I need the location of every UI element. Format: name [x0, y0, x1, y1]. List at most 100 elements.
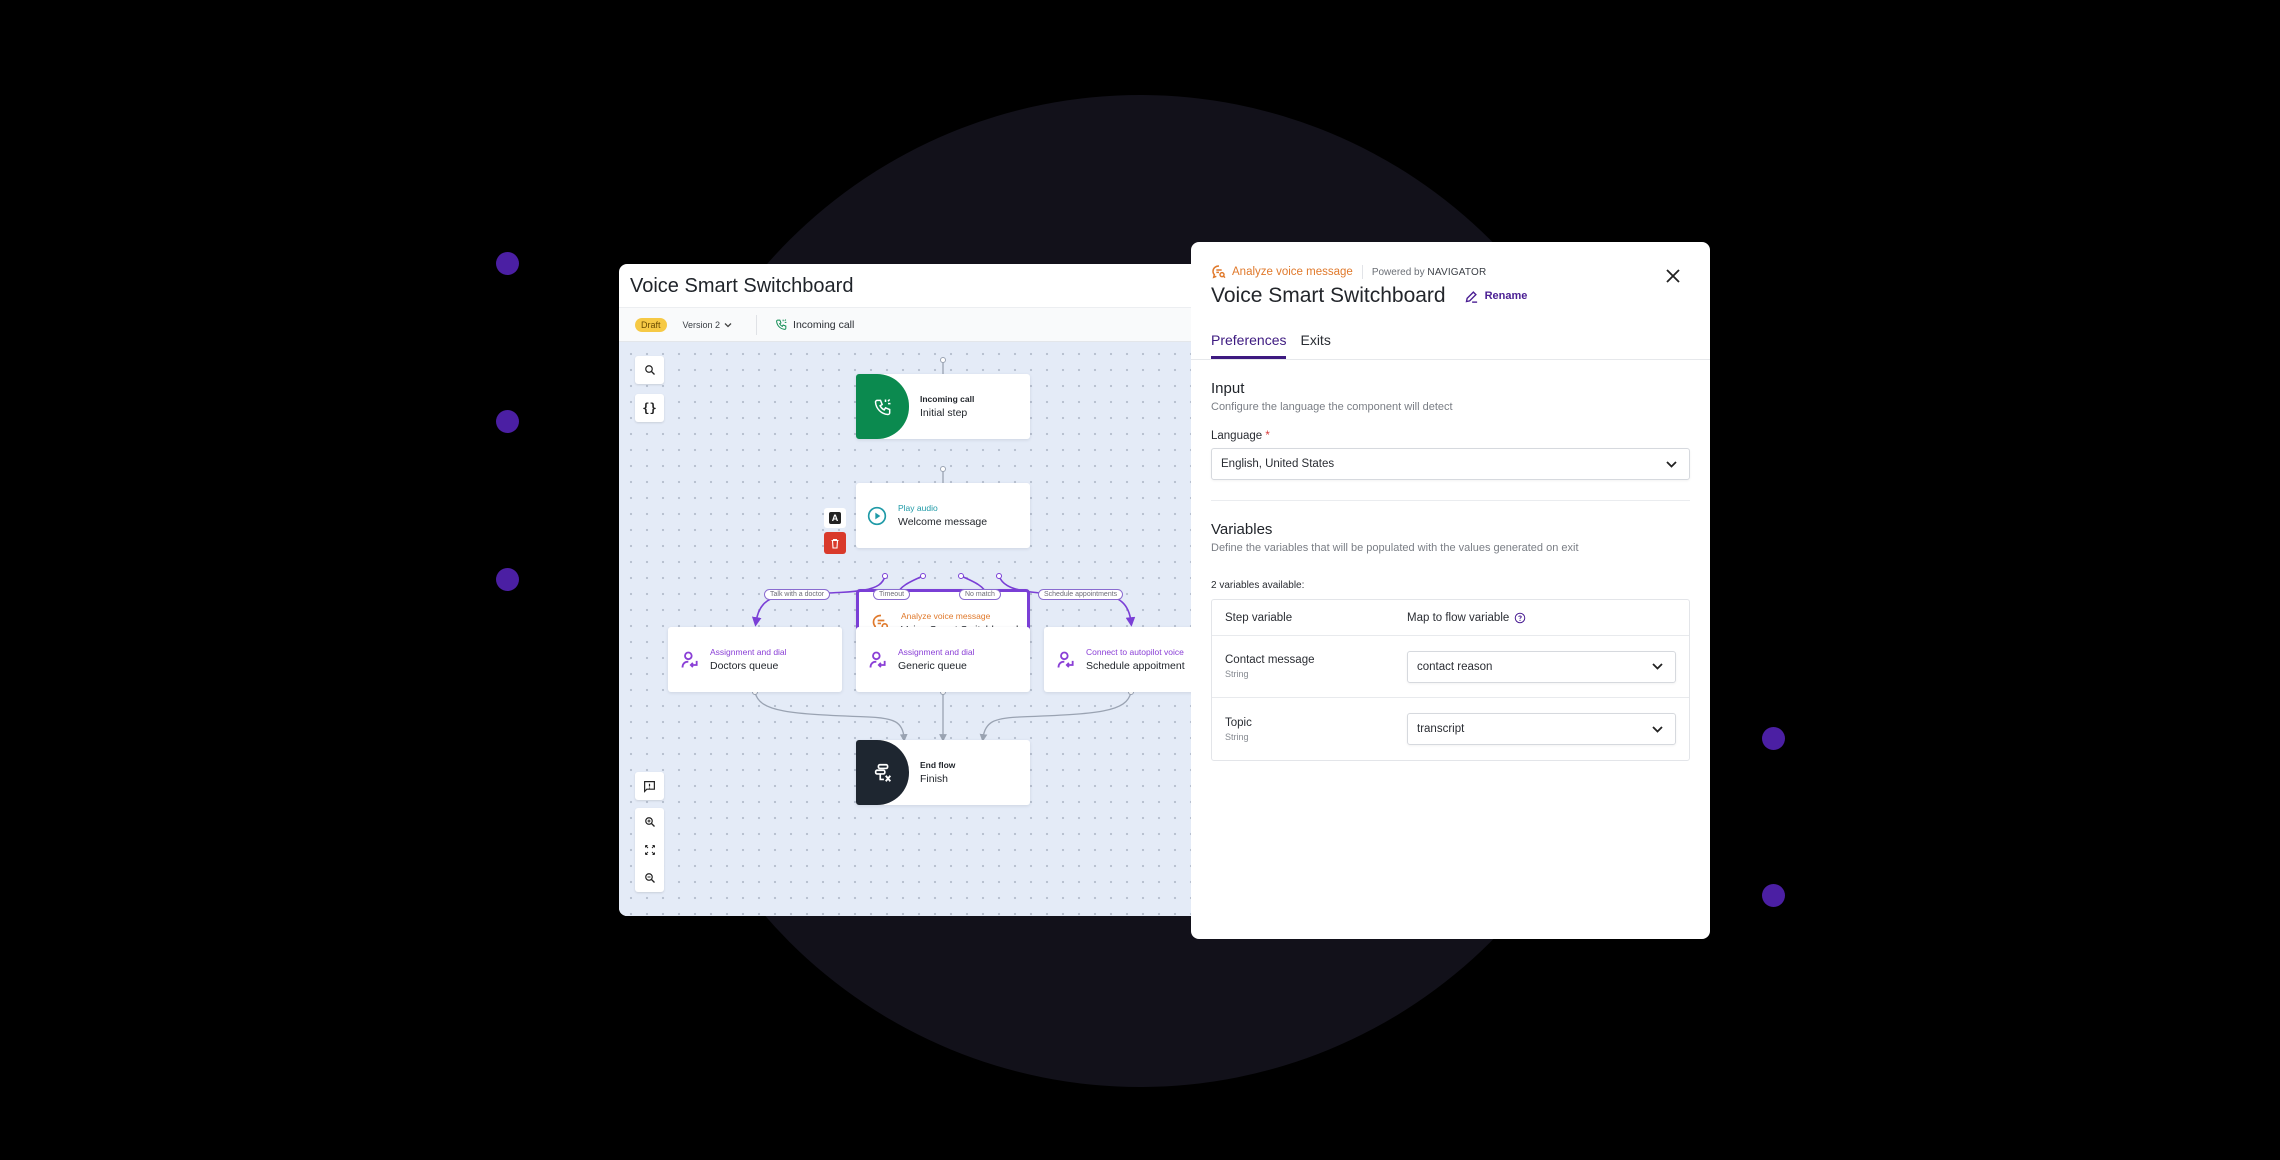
language-label-text: Language: [1211, 430, 1263, 442]
section-description: Define the variables that will be popula…: [1211, 542, 1579, 554]
phone-incoming-icon: [776, 319, 787, 330]
table-row: Contact message String contact reason: [1212, 636, 1689, 698]
zoom-in-button[interactable]: [635, 808, 664, 836]
panel-tabs: Preferences Exits: [1191, 332, 1710, 360]
chevron-down-icon: [724, 322, 732, 327]
feedback-control: [635, 772, 664, 800]
flow-canvas[interactable]: {} Incoming call Initial step Play audio…: [619, 342, 1239, 916]
rename-button[interactable]: Rename: [1464, 289, 1528, 304]
table-header: Step variable Map to flow variable: [1212, 600, 1689, 636]
chat-search-icon: [1212, 265, 1226, 279]
input-section: Input Configure the language the compone…: [1191, 380, 1710, 480]
close-button[interactable]: [1666, 269, 1680, 288]
edge-schedule-end: [979, 689, 1134, 742]
table-row: Topic String transcript: [1212, 698, 1689, 760]
flow-variable-select[interactable]: transcript: [1407, 713, 1676, 745]
search-control: [635, 356, 664, 384]
node-end-flow[interactable]: End flow Finish: [856, 740, 1030, 805]
decor-dot: [1762, 884, 1785, 907]
delete-node-button[interactable]: [824, 532, 846, 554]
braces-icon: {}: [642, 401, 657, 415]
edge-doctors-end: [752, 689, 908, 742]
trigger-label: Incoming call: [793, 318, 855, 331]
person-transfer-icon: [869, 651, 886, 668]
properties-panel: Analyze voice message Powered by NAVIGAT…: [1191, 242, 1710, 939]
node-icon-wrap: [860, 506, 894, 526]
search-button[interactable]: [635, 356, 664, 384]
flow-variable-value: transcript: [1417, 723, 1465, 735]
zoom-out-button[interactable]: [635, 864, 664, 892]
variables-control: {}: [635, 394, 664, 422]
editor-toolbar: Draft Version 2 Incoming call: [619, 307, 1239, 342]
variables-button[interactable]: {}: [635, 394, 664, 422]
feedback-icon: [644, 780, 655, 793]
decor-dot: [496, 410, 519, 433]
tab-exits[interactable]: Exits: [1300, 332, 1330, 359]
stage: Voice Smart Switchboard Draft Version 2 …: [0, 0, 2280, 1160]
search-icon: [644, 365, 655, 375]
section-title: Variables: [1211, 521, 1273, 538]
fit-screen-button[interactable]: [635, 836, 664, 864]
chevron-down-icon: [1666, 460, 1677, 468]
variable-type: String: [1225, 731, 1249, 742]
language-select[interactable]: English, United States: [1211, 448, 1690, 480]
language-label: Language *: [1211, 430, 1690, 442]
node-name: Schedule appoitment: [1086, 660, 1185, 672]
edge-label[interactable]: Schedule appointments: [1038, 589, 1124, 600]
status-badge: Draft: [635, 317, 667, 332]
flow-title: Voice Smart Switchboard: [630, 275, 854, 297]
component-title: Voice Smart Switchboard: [1211, 284, 1446, 307]
flow-variable-select[interactable]: contact reason: [1407, 650, 1676, 683]
node-name: Welcome message: [898, 516, 988, 528]
play-circle-icon: [867, 506, 887, 525]
edge-label[interactable]: Talk with a doctor: [764, 589, 831, 600]
powered-by-prefix: Powered by: [1371, 266, 1425, 278]
column-header-step: Step variable: [1225, 611, 1293, 624]
toolbar-divider: [756, 314, 758, 335]
chevron-down-icon: [1652, 663, 1663, 670]
node-doctors-queue[interactable]: Assignment and dial Doctors queue: [668, 627, 842, 692]
zoom-out-icon: [644, 873, 655, 883]
help-icon[interactable]: [1514, 612, 1526, 624]
node-generic-queue[interactable]: Assignment and dial Generic queue: [856, 627, 1030, 692]
node-icon-wrap: [674, 650, 706, 670]
end-flow-icon: [874, 763, 891, 782]
feedback-button[interactable]: [635, 772, 664, 800]
required-mark: *: [1265, 430, 1270, 442]
node-kind: Connect to autopilot voice: [1086, 647, 1184, 657]
section-title: Input: [1211, 380, 1245, 397]
zoom-controls: [635, 808, 664, 892]
flow-variable-value: contact reason: [1417, 660, 1493, 673]
section-divider: [1211, 500, 1690, 501]
column-header-map: Map to flow variable: [1407, 612, 1676, 624]
node-incoming-call[interactable]: Incoming call Initial step: [856, 374, 1030, 439]
variables-section: Variables Define the variables that will…: [1191, 521, 1710, 761]
edge-generic-end: [939, 689, 947, 742]
version-label: Version 2: [682, 319, 721, 330]
edit-icon: [1465, 290, 1477, 303]
node-name: Doctors queue: [710, 660, 779, 672]
node-kind: Play audio: [898, 503, 938, 513]
component-kind: Analyze voice message: [1232, 266, 1353, 278]
trigger-button[interactable]: Incoming call: [775, 318, 854, 331]
trash-icon: [831, 538, 839, 549]
node-kind: Assignment and dial: [898, 647, 975, 657]
decor-dot: [496, 252, 519, 275]
close-icon: [1666, 269, 1680, 283]
edge-label[interactable]: No match: [959, 589, 1001, 600]
node-name: Generic queue: [898, 660, 967, 672]
edge-label[interactable]: Timeout: [873, 589, 911, 600]
rename-label: Rename: [1484, 290, 1528, 302]
node-kind: Assignment and dial: [710, 647, 787, 657]
tab-preferences[interactable]: Preferences: [1211, 332, 1287, 359]
variable-name: Contact message: [1225, 654, 1315, 666]
node-icon-wrap: [862, 650, 894, 670]
chevron-down-icon: [1652, 725, 1663, 733]
language-value: English, United States: [1221, 458, 1335, 470]
variables-table: Step variable Map to flow variable Conta…: [1211, 599, 1690, 761]
node-play-audio[interactable]: Play audio Welcome message: [856, 483, 1030, 548]
annotate-button[interactable]: A: [824, 508, 846, 528]
node-icon-badge: [856, 374, 909, 439]
divider: [1361, 265, 1363, 279]
version-dropdown[interactable]: Version 2: [683, 320, 733, 330]
